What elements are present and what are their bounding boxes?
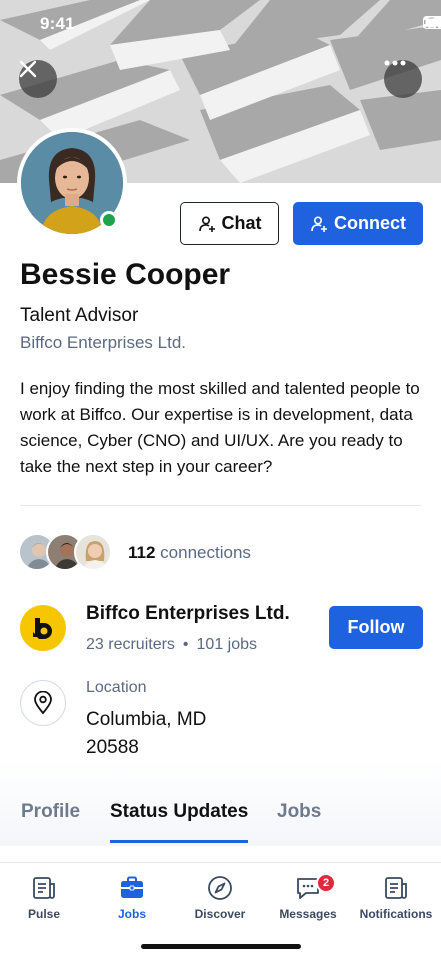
- active-tab-indicator: [110, 840, 248, 843]
- more-options-button[interactable]: [384, 60, 422, 98]
- biffco-logo-icon: [33, 618, 52, 639]
- connections-label: connections: [160, 543, 251, 562]
- location-pin-icon: [34, 691, 52, 715]
- connect-label: Connect: [334, 213, 406, 233]
- company-meta: 23 recruiters • 101 jobs: [86, 636, 257, 654]
- location-city: Columbia, MD: [86, 709, 207, 730]
- connection-avatars[interactable]: [18, 533, 118, 573]
- tab-jobs[interactable]: Jobs: [277, 801, 321, 823]
- tab-profile[interactable]: Profile: [21, 801, 80, 823]
- jobs-count: 101 jobs: [196, 636, 258, 653]
- nav-messages[interactable]: 2 Messages: [264, 873, 352, 921]
- online-status-indicator: [100, 211, 118, 229]
- location-label: Location: [86, 679, 147, 696]
- nav-pulse-label: Pulse: [27, 907, 60, 921]
- nav-pulse[interactable]: Pulse: [0, 875, 88, 921]
- messages-badge: 2: [316, 873, 336, 893]
- connections-count[interactable]: 112 connections: [128, 543, 251, 563]
- briefcase-icon: [121, 876, 143, 898]
- divider: [20, 505, 421, 506]
- nav-messages-label: Messages: [279, 907, 337, 921]
- recruiters-count: 23 recruiters: [86, 636, 175, 653]
- profile-name: Bessie Cooper: [20, 258, 231, 291]
- chat-user-icon: [198, 215, 215, 232]
- nav-notifications[interactable]: Notifications: [352, 875, 440, 921]
- chat-button[interactable]: Chat: [180, 202, 279, 245]
- home-indicator: [141, 944, 301, 949]
- location-value: Columbia, MD 20588: [86, 706, 286, 762]
- compass-icon: [208, 876, 232, 900]
- company-name[interactable]: Biffco Enterprises Ltd.: [86, 603, 290, 625]
- profile-company[interactable]: Biffco Enterprises Ltd.: [20, 333, 186, 353]
- tab-status-updates[interactable]: Status Updates: [110, 801, 248, 823]
- status-bar: 9:41: [0, 0, 441, 50]
- profile-role: Talent Advisor: [20, 305, 139, 326]
- notifications-icon: [385, 877, 407, 899]
- close-icon: [19, 60, 37, 78]
- nav-jobs[interactable]: Jobs: [88, 875, 176, 921]
- avatar: [74, 533, 112, 571]
- pulse-icon: [33, 877, 55, 899]
- meta-separator: •: [182, 636, 189, 653]
- nav-jobs-label: Jobs: [117, 907, 146, 921]
- close-button[interactable]: [19, 60, 57, 98]
- location-zip: 20588: [86, 737, 139, 758]
- profile-bio: I enjoy finding the most skilled and tal…: [20, 379, 420, 476]
- location-icon-wrap: [20, 680, 66, 726]
- more-icon: [384, 60, 406, 66]
- chat-label: Chat: [221, 213, 262, 233]
- nav-discover-label: Discover: [194, 907, 246, 921]
- follow-button[interactable]: Follow: [329, 606, 423, 649]
- status-time: 9:41: [40, 14, 75, 33]
- nav-notifications-label: Notifications: [359, 907, 433, 921]
- company-logo: [20, 605, 66, 651]
- add-user-icon: [311, 215, 327, 232]
- nav-discover[interactable]: Discover: [176, 875, 264, 921]
- connections-number: 112: [128, 543, 156, 562]
- battery-icon: [423, 16, 441, 29]
- connect-button[interactable]: Connect: [293, 202, 423, 245]
